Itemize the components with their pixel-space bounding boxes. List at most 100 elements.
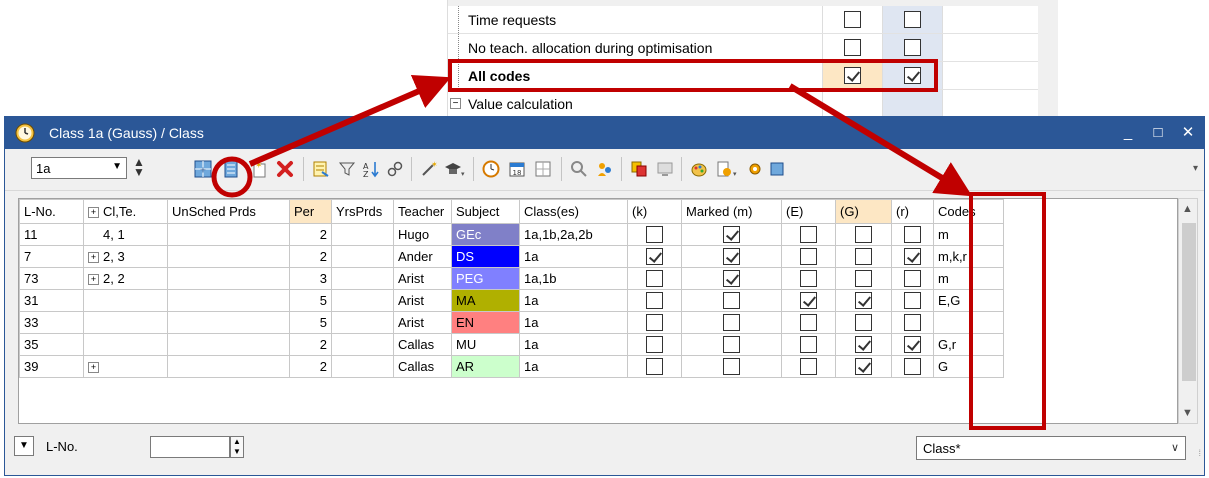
r-flag-checkbox[interactable] bbox=[904, 248, 921, 266]
chevron-up-icon[interactable]: ▲ bbox=[1182, 203, 1193, 215]
class-teacher-cell[interactable] bbox=[83, 289, 168, 312]
k-flag-cell[interactable] bbox=[627, 267, 682, 290]
link-icon[interactable] bbox=[383, 157, 407, 181]
marked-flag-cell[interactable] bbox=[681, 289, 782, 312]
marked-flag-checkbox[interactable] bbox=[723, 226, 740, 244]
class-teacher-cell[interactable]: + bbox=[83, 355, 168, 378]
collapse-icon[interactable]: − bbox=[450, 98, 461, 109]
list-icon[interactable] bbox=[309, 157, 333, 181]
periods-cell[interactable]: 5 bbox=[289, 289, 332, 312]
maximize-button[interactable]: □ bbox=[1143, 122, 1173, 144]
property-row[interactable]: All codes bbox=[448, 62, 1058, 90]
k-flag-cell[interactable] bbox=[627, 333, 682, 356]
k-flag-cell[interactable] bbox=[627, 245, 682, 268]
periods-cell[interactable]: 2 bbox=[289, 333, 332, 356]
e-flag-cell[interactable] bbox=[781, 223, 836, 246]
r-flag-cell[interactable] bbox=[891, 289, 934, 312]
unscheduled-periods-cell[interactable] bbox=[167, 333, 290, 356]
marked-flag-cell[interactable] bbox=[681, 223, 782, 246]
k-flag-cell[interactable] bbox=[627, 223, 682, 246]
e-flag-cell[interactable] bbox=[781, 267, 836, 290]
r-flag-cell[interactable] bbox=[891, 355, 934, 378]
r-flag-checkbox[interactable] bbox=[904, 292, 921, 310]
property-row[interactable]: Time requests bbox=[448, 6, 1058, 34]
new-icon[interactable]: ✶ bbox=[247, 157, 271, 181]
unscheduled-periods-cell[interactable] bbox=[167, 267, 290, 290]
k-flag-checkbox[interactable] bbox=[646, 226, 663, 244]
r-flag-cell[interactable] bbox=[891, 267, 934, 290]
column-header[interactable]: Teacher bbox=[393, 199, 452, 224]
people-icon[interactable] bbox=[593, 157, 617, 181]
class-selector[interactable]: 1a ▼ bbox=[31, 157, 127, 179]
g-flag-checkbox[interactable] bbox=[855, 248, 872, 266]
column-header[interactable]: YrsPrds bbox=[331, 199, 394, 224]
lesson-number-input[interactable] bbox=[150, 436, 230, 458]
year-periods-cell[interactable] bbox=[331, 355, 394, 378]
e-flag-checkbox[interactable] bbox=[800, 336, 817, 354]
property-row[interactable]: No teach. allocation during optimisation bbox=[448, 34, 1058, 62]
column-header[interactable]: Subject bbox=[451, 199, 520, 224]
delete-icon[interactable] bbox=[273, 157, 297, 181]
r-flag-cell[interactable] bbox=[891, 245, 934, 268]
classes-cell[interactable]: 1a bbox=[519, 289, 628, 312]
table-row[interactable]: 7 +2, 3 2 Ander DS 1a m,k,r bbox=[19, 245, 1004, 268]
minimize-button[interactable]: _ bbox=[1113, 122, 1143, 144]
g-flag-checkbox[interactable] bbox=[855, 314, 872, 332]
e-flag-checkbox[interactable] bbox=[800, 226, 817, 244]
timetable-grid-icon[interactable] bbox=[531, 157, 555, 181]
classes-cell[interactable]: 1a,1b bbox=[519, 267, 628, 290]
class-teacher-cell[interactable]: +2, 3 bbox=[83, 245, 168, 268]
class-teacher-cell[interactable]: 4, 1 bbox=[83, 223, 168, 246]
year-periods-cell[interactable] bbox=[331, 311, 394, 334]
k-flag-cell[interactable] bbox=[627, 289, 682, 312]
r-flag-checkbox[interactable] bbox=[904, 226, 921, 244]
calendar-icon[interactable]: 18 bbox=[505, 157, 529, 181]
e-flag-cell[interactable] bbox=[781, 289, 836, 312]
codes-cell[interactable]: m bbox=[933, 223, 1004, 246]
periods-cell[interactable]: 5 bbox=[289, 311, 332, 334]
column-header[interactable]: L-No. bbox=[19, 199, 84, 224]
lesson-number-spinner[interactable]: ▲ ▼ bbox=[230, 436, 244, 458]
property-checkbox[interactable] bbox=[844, 11, 861, 28]
codes-cell[interactable]: m bbox=[933, 267, 1004, 290]
filter-icon[interactable] bbox=[335, 157, 359, 181]
subject-cell[interactable]: AR bbox=[451, 355, 520, 378]
expand-icon[interactable]: + bbox=[88, 252, 99, 264]
table-row[interactable]: 33 5 Arist EN 1a bbox=[19, 311, 1004, 334]
marked-flag-cell[interactable] bbox=[681, 267, 782, 290]
subject-cell[interactable]: PEG bbox=[451, 267, 520, 290]
year-periods-cell[interactable] bbox=[331, 289, 394, 312]
unscheduled-periods-cell[interactable] bbox=[167, 245, 290, 268]
form-view-icon[interactable] bbox=[219, 157, 243, 181]
class-teacher-cell[interactable] bbox=[83, 311, 168, 334]
property-row[interactable]: − Value calculation bbox=[448, 90, 1058, 118]
table-row[interactable]: 11 4, 1 2 Hugo GEc 1a,1b,2a,2b m bbox=[19, 223, 1004, 246]
k-flag-checkbox[interactable] bbox=[646, 314, 663, 332]
marked-flag-cell[interactable] bbox=[681, 333, 782, 356]
e-flag-checkbox[interactable] bbox=[800, 292, 817, 310]
e-flag-checkbox[interactable] bbox=[800, 248, 817, 266]
e-flag-checkbox[interactable] bbox=[800, 314, 817, 332]
classes-cell[interactable]: 1a bbox=[519, 333, 628, 356]
scroll-thumb[interactable] bbox=[1182, 223, 1196, 381]
column-header[interactable]: (E) bbox=[781, 199, 836, 224]
property-checkbox[interactable] bbox=[844, 39, 861, 56]
marked-flag-cell[interactable] bbox=[681, 355, 782, 378]
codes-cell[interactable]: E,G bbox=[933, 289, 1004, 312]
k-flag-checkbox[interactable] bbox=[646, 292, 663, 310]
search-icon[interactable] bbox=[567, 157, 591, 181]
marked-flag-checkbox[interactable] bbox=[723, 314, 740, 332]
lesson-number-cell[interactable]: 35 bbox=[19, 333, 84, 356]
class-spin-icon[interactable]: ▲ ▼ bbox=[133, 156, 145, 178]
chevron-down-icon[interactable]: ▼ bbox=[1182, 407, 1193, 419]
grid-scrollbar[interactable]: ▲ ▼ bbox=[1178, 198, 1198, 424]
subject-cell[interactable]: GEc bbox=[451, 223, 520, 246]
teacher-cell[interactable]: Arist bbox=[393, 267, 452, 290]
class-teacher-cell[interactable] bbox=[83, 333, 168, 356]
subject-cell[interactable]: DS bbox=[451, 245, 520, 268]
e-flag-cell[interactable] bbox=[781, 245, 836, 268]
monitor-icon[interactable] bbox=[653, 157, 677, 181]
codes-cell[interactable] bbox=[933, 311, 1004, 334]
e-flag-cell[interactable] bbox=[781, 333, 836, 356]
subject-cell[interactable]: MA bbox=[451, 289, 520, 312]
